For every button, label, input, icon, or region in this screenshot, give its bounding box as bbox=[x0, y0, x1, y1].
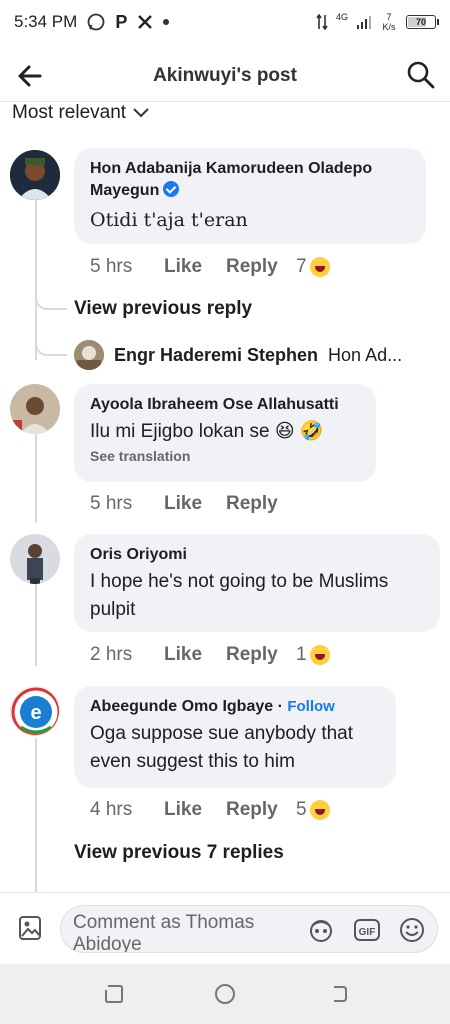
status-time: 5:34 PM bbox=[14, 12, 78, 31]
signal-icon bbox=[357, 16, 371, 29]
comment-actions: 5 hrs Like Reply 7 bbox=[90, 256, 330, 278]
avatar[interactable]: e bbox=[10, 686, 60, 736]
sort-label: Most relevant bbox=[12, 102, 127, 123]
comment-input[interactable]: Comment as Thomas Abidoye GIF bbox=[60, 905, 438, 953]
comment-author[interactable]: Hon Adabanija Kamorudeen Oladepo Mayegun bbox=[90, 158, 410, 202]
svg-text:e: e bbox=[30, 702, 41, 724]
verified-badge-icon bbox=[163, 181, 180, 197]
thread-line bbox=[35, 738, 37, 892]
comment-actions: 4 hrs Like Reply 5 bbox=[90, 799, 330, 821]
comment-time[interactable]: 4 hrs bbox=[90, 799, 160, 821]
like-button[interactable]: Like bbox=[164, 493, 226, 515]
post-header: Akinwuyi's post bbox=[0, 50, 450, 102]
whatsapp-icon bbox=[87, 13, 105, 31]
back-arrow-icon[interactable] bbox=[16, 62, 44, 90]
comment-actions: 2 hrs Like Reply 1 bbox=[90, 644, 330, 666]
comment-placeholder: Comment as Thomas Abidoye bbox=[73, 912, 255, 952]
comment-bubble[interactable]: Hon Adabanija Kamorudeen Oladepo Mayegun… bbox=[74, 148, 426, 244]
comment-text: I hope he's not going to be Muslims pulp… bbox=[90, 571, 389, 620]
reply-button[interactable]: Reply bbox=[226, 256, 292, 278]
gif-icon[interactable]: GIF bbox=[353, 916, 381, 944]
comment-composer: Comment as Thomas Abidoye GIF bbox=[0, 892, 450, 964]
thread-line bbox=[35, 433, 37, 523]
reaction-count[interactable]: 7 bbox=[296, 256, 307, 278]
reaction-count[interactable]: 5 bbox=[296, 799, 307, 821]
comment-author[interactable]: Oris Oriyomi bbox=[90, 544, 424, 566]
see-translation-link[interactable]: See translation bbox=[90, 448, 360, 464]
reply-button[interactable]: Reply bbox=[226, 493, 292, 515]
svg-text:GIF: GIF bbox=[359, 927, 376, 938]
sort-dropdown[interactable]: Most relevant bbox=[12, 102, 150, 124]
reaction-count[interactable]: 1 bbox=[296, 644, 307, 666]
comment-time[interactable]: 2 hrs bbox=[90, 644, 160, 666]
reply-author[interactable]: Engr Haderemi Stephen bbox=[114, 345, 318, 366]
back-nav-icon[interactable] bbox=[326, 982, 350, 1006]
comment-bubble[interactable]: Abeegunde Omo Igbaye · Follow Oga suppos… bbox=[74, 686, 396, 788]
haha-reaction-icon bbox=[309, 800, 330, 820]
emoji-icon[interactable] bbox=[398, 916, 426, 944]
dot-icon bbox=[163, 19, 170, 25]
avatar[interactable] bbox=[10, 150, 60, 200]
like-button[interactable]: Like bbox=[164, 256, 226, 278]
chevron-down-icon bbox=[133, 108, 149, 118]
network-speed: 7 K/s bbox=[382, 12, 396, 32]
system-nav-bar bbox=[0, 964, 450, 1024]
comment-actions: 5 hrs Like Reply bbox=[90, 493, 292, 515]
thread-branch bbox=[35, 338, 67, 356]
like-button[interactable]: Like bbox=[164, 799, 226, 821]
comment-author[interactable]: Ayoola Ibraheem Ose Allahusatti bbox=[90, 394, 360, 416]
search-icon[interactable] bbox=[406, 60, 436, 90]
x-icon bbox=[138, 15, 153, 29]
status-notification-icons: P bbox=[87, 11, 170, 33]
comment-text: Otidi t'aja t'eran bbox=[90, 209, 248, 231]
avatar[interactable] bbox=[10, 384, 60, 434]
comment-time[interactable]: 5 hrs bbox=[90, 256, 160, 278]
thread-line bbox=[35, 200, 37, 360]
avatar-sticker-icon[interactable] bbox=[307, 916, 335, 944]
data-arrows-icon bbox=[316, 14, 328, 30]
status-system-icons: 4G 7 K/s 70 bbox=[316, 12, 439, 32]
reply-snippet: Hon Ad... bbox=[328, 344, 403, 365]
home-icon[interactable] bbox=[213, 982, 237, 1006]
haha-reaction-icon bbox=[309, 257, 330, 277]
comment-bubble[interactable]: Ayoola Ibraheem Ose Allahusatti Ilu mi E… bbox=[74, 384, 376, 482]
follow-button[interactable]: Follow bbox=[287, 698, 335, 715]
avatar[interactable] bbox=[10, 534, 60, 584]
view-previous-replies-link[interactable]: View previous 7 replies bbox=[74, 842, 284, 864]
network-label: 4G bbox=[335, 12, 348, 22]
comment-author[interactable]: Abeegunde Omo Igbaye · Follow bbox=[90, 696, 380, 718]
comment-bubble[interactable]: Oris Oriyomi I hope he's not going to be… bbox=[74, 534, 440, 632]
thread-branch bbox=[35, 290, 67, 310]
reply-preview[interactable]: Engr Haderemi Stephen Hon Ad... bbox=[74, 340, 402, 370]
view-previous-replies-link[interactable]: View previous reply bbox=[74, 298, 252, 320]
comment-time[interactable]: 5 hrs bbox=[90, 493, 160, 515]
photo-icon[interactable] bbox=[18, 915, 42, 941]
comment-text: Ilu mi Ejigbo lokan se 😆 🤣 bbox=[90, 421, 324, 442]
haha-reaction-icon bbox=[309, 645, 330, 665]
thread-line bbox=[35, 584, 37, 666]
status-bar: 5:34 PM P 4G 7 K/s 70 bbox=[0, 0, 450, 44]
reply-button[interactable]: Reply bbox=[226, 799, 292, 821]
p-icon: P bbox=[115, 11, 128, 32]
comment-text: Oga suppose sue anybody that even sugges… bbox=[90, 723, 354, 772]
avatar[interactable] bbox=[74, 340, 104, 370]
battery-icon: 70 bbox=[406, 15, 439, 29]
reply-button[interactable]: Reply bbox=[226, 644, 292, 666]
recents-icon[interactable] bbox=[102, 982, 126, 1006]
page-title: Akinwuyi's post bbox=[153, 64, 297, 86]
like-button[interactable]: Like bbox=[164, 644, 226, 666]
